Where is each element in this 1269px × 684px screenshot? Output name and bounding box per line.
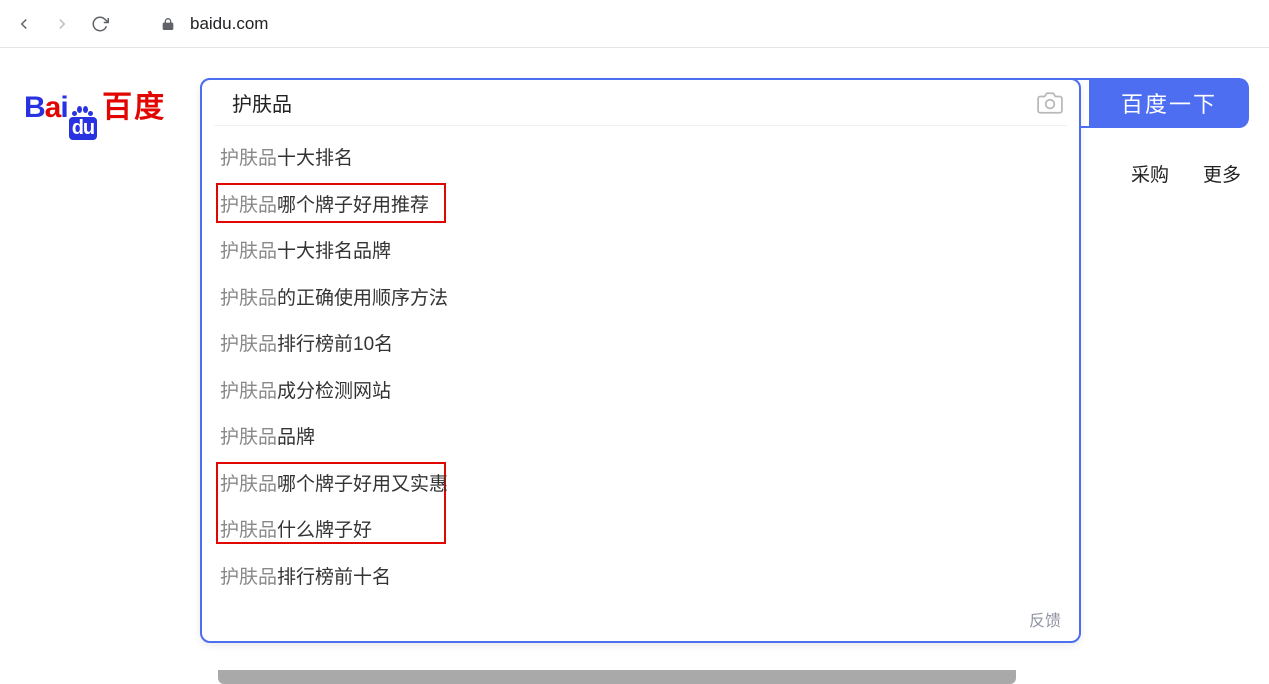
page-content: 采购 更多 Baidu百度 百度一下 护肤品 [0,48,1269,168]
camera-icon[interactable] [1037,90,1063,116]
suggestions-query-text: 护肤品 [232,88,292,117]
forward-button[interactable] [52,14,72,34]
lock-icon [160,16,176,32]
suggestion-item[interactable]: 护肤品排行榜前十名 [202,555,1079,602]
suggestion-item[interactable]: 护肤品哪个牌子好用又实惠 [202,462,1079,509]
under-shadow-bar [218,670,1016,684]
suggestion-item[interactable]: 护肤品什么牌子好 [202,508,1079,555]
nav-link-more[interactable]: 更多 [1203,160,1241,187]
baidu-logo[interactable]: Baidu百度 [20,78,200,138]
browser-toolbar: baidu.com [0,0,1269,48]
suggestions-dropdown: 护肤品 护肤品十大排名 护肤品哪个牌子好用推荐 护肤品十大排名品牌 护肤品的正确… [200,78,1081,643]
suggestions-list: 护肤品十大排名 护肤品哪个牌子好用推荐 护肤品十大排名品牌 护肤品的正确使用顺序… [202,126,1079,603]
suggestion-item[interactable]: 护肤品的正确使用顺序方法 [202,276,1079,323]
back-button[interactable] [14,14,34,34]
suggestion-item[interactable]: 护肤品品牌 [202,415,1079,462]
suggestion-item[interactable]: 护肤品成分检测网站 [202,369,1079,416]
nav-link-caigou[interactable]: 采购 [1131,160,1169,187]
header-nav-links: 采购 更多 [1131,160,1241,187]
address-bar[interactable]: baidu.com [128,14,1255,34]
url-text: baidu.com [190,14,268,34]
reload-button[interactable] [90,14,110,34]
suggestion-item[interactable]: 护肤品十大排名品牌 [202,229,1079,276]
suggestions-feedback-link[interactable]: 反馈 [202,603,1079,633]
suggestion-item[interactable]: 护肤品十大排名 [202,136,1079,183]
suggestion-item[interactable]: 护肤品哪个牌子好用推荐 [202,183,1079,230]
suggestions-query-row[interactable]: 护肤品 [214,80,1067,126]
suggestion-item[interactable]: 护肤品排行榜前10名 [202,322,1079,369]
search-button[interactable]: 百度一下 [1089,78,1249,128]
